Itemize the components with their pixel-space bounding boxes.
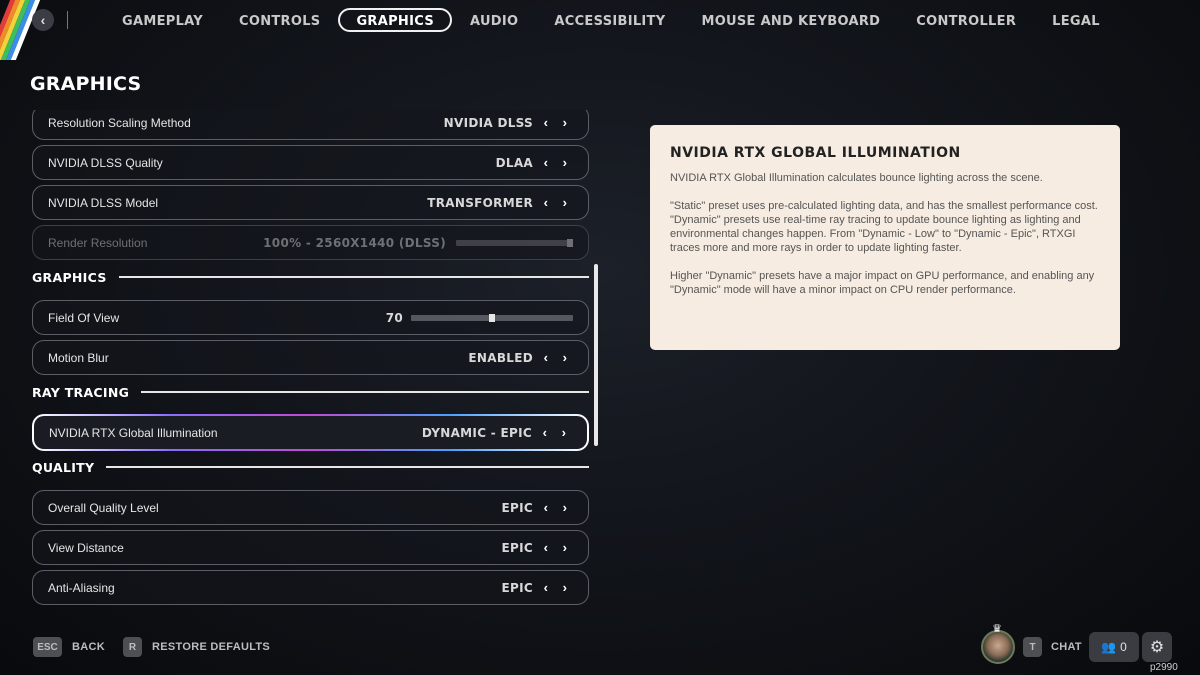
player-avatar[interactable] xyxy=(981,630,1015,664)
chat-key-hint[interactable]: T xyxy=(1023,637,1042,657)
gear-icon[interactable]: ⚙ xyxy=(1142,632,1172,662)
restore-defaults-label[interactable]: RESTORE DEFAULTS xyxy=(152,641,270,653)
setting-row-view-distance[interactable]: View Distance EPIC ‹ › xyxy=(32,530,589,565)
setting-row-field-of-view[interactable]: Field Of View 70 xyxy=(32,300,589,335)
setting-row-anti-aliasing[interactable]: Anti-Aliasing EPIC ‹ › xyxy=(32,570,589,605)
setting-label: Resolution Scaling Method xyxy=(48,115,191,130)
tab-graphics[interactable]: GRAPHICS xyxy=(338,8,452,32)
setting-value: 70 xyxy=(385,310,403,325)
tab-gameplay[interactable]: GAMEPLAY xyxy=(104,8,221,32)
tab-mouse-and-keyboard[interactable]: MOUSE AND KEYBOARD xyxy=(683,8,898,32)
setting-label: View Distance xyxy=(48,540,124,555)
render-resolution-slider xyxy=(456,240,573,246)
info-panel: NVIDIA RTX GLOBAL ILLUMINATION NVIDIA RT… xyxy=(650,125,1120,350)
chevron-right-icon[interactable]: › xyxy=(563,540,567,555)
page-title: GRAPHICS xyxy=(30,73,142,95)
section-header-ray-tracing: RAY TRACING xyxy=(32,382,589,402)
setting-label: Field Of View xyxy=(48,310,120,325)
setting-label: Render Resolution xyxy=(48,235,148,250)
setting-value: EPIC xyxy=(501,580,533,595)
setting-row-rtx-global-illumination[interactable]: NVIDIA RTX Global Illumination DYNAMIC -… xyxy=(32,414,589,451)
slider-knob xyxy=(567,239,573,247)
setting-value: EPIC xyxy=(501,540,533,555)
chevron-left-icon[interactable]: ‹ xyxy=(544,115,548,130)
info-paragraph: "Dynamic" presets use real-time ray trac… xyxy=(670,214,1081,254)
chevron-left-icon[interactable]: ‹ xyxy=(544,155,548,170)
chevron-right-icon[interactable]: › xyxy=(563,155,567,170)
chevron-right-icon[interactable]: › xyxy=(563,500,567,515)
setting-label: Anti-Aliasing xyxy=(48,580,115,595)
info-paragraph: Higher "Dynamic" presets have a major im… xyxy=(670,270,1095,296)
crown-icon: ♛ xyxy=(992,623,1002,635)
tab-legal[interactable]: LEGAL xyxy=(1034,8,1118,32)
info-paragraph: NVIDIA RTX Global Illumination calculate… xyxy=(670,172,1043,184)
chevron-right-icon[interactable]: › xyxy=(562,425,566,440)
setting-label: Motion Blur xyxy=(48,350,109,365)
chevron-left-icon[interactable]: ‹ xyxy=(544,580,548,595)
top-navigation: ‹ GAMEPLAY CONTROLS GRAPHICS AUDIO ACCES… xyxy=(0,0,1200,40)
settings-scrollbar[interactable] xyxy=(594,264,598,446)
back-chevron-icon[interactable]: ‹ xyxy=(32,9,54,31)
chevron-left-icon[interactable]: ‹ xyxy=(543,425,547,440)
setting-value: TRANSFORMER xyxy=(427,195,533,210)
chat-label[interactable]: CHAT xyxy=(1051,641,1082,653)
restore-key-hint[interactable]: R xyxy=(123,637,142,657)
friends-icon: 👥 xyxy=(1101,640,1117,654)
back-label[interactable]: BACK xyxy=(72,641,105,653)
chevron-left-icon[interactable]: ‹ xyxy=(544,540,548,555)
slider-knob[interactable] xyxy=(489,314,495,322)
chevron-right-icon[interactable]: › xyxy=(563,580,567,595)
tab-controller[interactable]: CONTROLLER xyxy=(898,8,1034,32)
chevron-left-icon[interactable]: ‹ xyxy=(544,195,548,210)
setting-value: DYNAMIC - EPIC xyxy=(421,425,532,440)
setting-value: ENABLED xyxy=(468,350,533,365)
setting-row-resolution-scaling-method[interactable]: Resolution Scaling Method NVIDIA DLSS ‹ … xyxy=(32,110,589,140)
section-divider xyxy=(106,466,589,468)
chevron-left-icon[interactable]: ‹ xyxy=(544,350,548,365)
setting-value: DLAA xyxy=(495,155,533,170)
bottom-bar: ESC BACK R RESTORE DEFAULTS ♛ T CHAT 👥 0… xyxy=(0,623,1200,675)
tab-controls[interactable]: CONTROLS xyxy=(221,8,338,32)
setting-label: Overall Quality Level xyxy=(48,500,159,515)
chevron-right-icon[interactable]: › xyxy=(563,350,567,365)
tab-bar: GAMEPLAY CONTROLS GRAPHICS AUDIO ACCESSI… xyxy=(104,8,1118,32)
chevron-right-icon[interactable]: › xyxy=(563,115,567,130)
player-id: p2990 xyxy=(1150,662,1178,673)
section-header-graphics: GRAPHICS xyxy=(32,267,589,287)
info-title: NVIDIA RTX GLOBAL ILLUMINATION xyxy=(670,145,961,161)
setting-value: EPIC xyxy=(501,500,533,515)
info-paragraph: "Static" preset uses pre-calculated ligh… xyxy=(670,200,1098,212)
esc-key-hint[interactable]: ESC xyxy=(33,637,62,657)
setting-label: NVIDIA DLSS Model xyxy=(48,195,159,210)
friends-count: 0 xyxy=(1120,640,1127,654)
section-divider xyxy=(141,391,589,393)
section-title: QUALITY xyxy=(32,459,95,475)
nav-divider xyxy=(67,11,68,29)
setting-row-motion-blur[interactable]: Motion Blur ENABLED ‹ › xyxy=(32,340,589,375)
section-header-quality: QUALITY xyxy=(32,457,589,477)
tab-accessibility[interactable]: ACCESSIBILITY xyxy=(536,8,683,32)
setting-row-dlss-quality[interactable]: NVIDIA DLSS Quality DLAA ‹ › xyxy=(32,145,589,180)
chevron-left-icon[interactable]: ‹ xyxy=(544,500,548,515)
setting-label: NVIDIA DLSS Quality xyxy=(48,155,163,170)
setting-row-dlss-model[interactable]: NVIDIA DLSS Model TRANSFORMER ‹ › xyxy=(32,185,589,220)
section-divider xyxy=(118,276,589,278)
tab-audio[interactable]: AUDIO xyxy=(452,8,536,32)
setting-value: NVIDIA DLSS xyxy=(443,115,533,130)
setting-value: 100% - 2560X1440 (DLSS) xyxy=(263,235,446,250)
setting-row-render-resolution: Render Resolution 100% - 2560X1440 (DLSS… xyxy=(32,225,589,260)
chevron-right-icon[interactable]: › xyxy=(563,195,567,210)
settings-list[interactable]: Resolution Scaling Method NVIDIA DLSS ‹ … xyxy=(30,110,600,607)
section-title: RAY TRACING xyxy=(32,384,130,400)
friends-button[interactable]: 👥 0 xyxy=(1089,632,1139,662)
setting-label: NVIDIA RTX Global Illumination xyxy=(49,425,218,440)
section-title: GRAPHICS xyxy=(32,269,107,285)
setting-row-overall-quality-level[interactable]: Overall Quality Level EPIC ‹ › xyxy=(32,490,589,525)
